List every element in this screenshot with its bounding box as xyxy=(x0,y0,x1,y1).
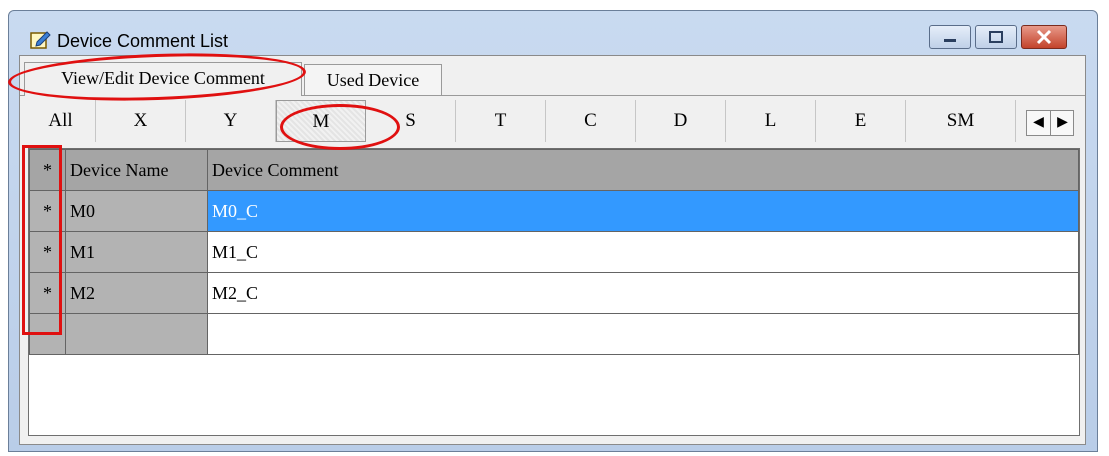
filter-tab-l[interactable]: L xyxy=(726,100,816,142)
filter-tab-d[interactable]: D xyxy=(636,100,726,142)
filter-tab-x[interactable]: X xyxy=(96,100,186,142)
row-marker: * xyxy=(29,231,66,273)
title-bar[interactable]: Device Comment List xyxy=(9,11,1097,55)
device-comment-cell[interactable]: M0_C xyxy=(207,190,1079,232)
tab-scroll-arrows: ◀ ▶ xyxy=(1026,110,1074,136)
close-icon xyxy=(1036,29,1052,45)
table-row[interactable] xyxy=(29,313,1079,355)
tab-view-edit-device-comment[interactable]: View/Edit Device Comment xyxy=(24,62,302,96)
table-row[interactable]: * M0 M0_C xyxy=(29,190,1079,232)
row-marker: * xyxy=(29,272,66,314)
device-filter-bar: All X Y M S T C D L E SM ◀ ▶ xyxy=(26,100,1081,142)
device-comment-table: * Device Name Device Comment * M0 M0_C *… xyxy=(29,149,1079,355)
column-header-device-comment[interactable]: Device Comment xyxy=(207,149,1079,191)
table-row[interactable]: * M1 M1_C xyxy=(29,231,1079,273)
table-row[interactable]: * M2 M2_C xyxy=(29,272,1079,314)
tab-strip: View/Edit Device Comment Used Device xyxy=(20,56,1085,96)
device-comment-cell[interactable]: M2_C xyxy=(207,272,1079,314)
minimize-icon xyxy=(944,39,956,42)
device-name-cell[interactable]: M0 xyxy=(65,190,208,232)
device-name-cell[interactable]: M1 xyxy=(65,231,208,273)
tab-used-device[interactable]: Used Device xyxy=(304,64,442,96)
column-header-device-name[interactable]: Device Name xyxy=(65,149,208,191)
device-comment-window: Device Comment List View/Edit Device Com… xyxy=(8,10,1098,452)
device-name-cell[interactable]: M2 xyxy=(65,272,208,314)
column-header-marker[interactable]: * xyxy=(29,149,66,191)
window-title: Device Comment List xyxy=(57,31,229,51)
row-marker: * xyxy=(29,190,66,232)
device-comment-cell[interactable]: M1_C xyxy=(207,231,1079,273)
row-marker xyxy=(29,313,66,355)
device-name-cell[interactable] xyxy=(65,313,208,355)
maximize-icon xyxy=(989,31,1003,43)
filter-tab-m[interactable]: M xyxy=(276,100,366,142)
maximize-button[interactable] xyxy=(975,25,1017,49)
minimize-button[interactable] xyxy=(929,25,971,49)
edit-pencil-icon xyxy=(29,28,51,50)
arrow-right-icon[interactable]: ▶ xyxy=(1050,111,1074,135)
filter-tab-t[interactable]: T xyxy=(456,100,546,142)
filter-tab-y[interactable]: Y xyxy=(186,100,276,142)
close-button[interactable] xyxy=(1021,25,1067,49)
device-comment-grid: * Device Name Device Comment * M0 M0_C *… xyxy=(28,148,1080,436)
table-header-row: * Device Name Device Comment xyxy=(29,149,1079,191)
filter-tab-s[interactable]: S xyxy=(366,100,456,142)
device-comment-cell[interactable] xyxy=(207,313,1079,355)
filter-tab-c[interactable]: C xyxy=(546,100,636,142)
window-client-area: View/Edit Device Comment Used Device All… xyxy=(19,55,1086,445)
filter-tab-sm[interactable]: SM xyxy=(906,100,1016,142)
filter-tab-e[interactable]: E xyxy=(816,100,906,142)
filter-tab-all[interactable]: All xyxy=(26,100,96,142)
arrow-left-icon[interactable]: ◀ xyxy=(1027,111,1050,135)
